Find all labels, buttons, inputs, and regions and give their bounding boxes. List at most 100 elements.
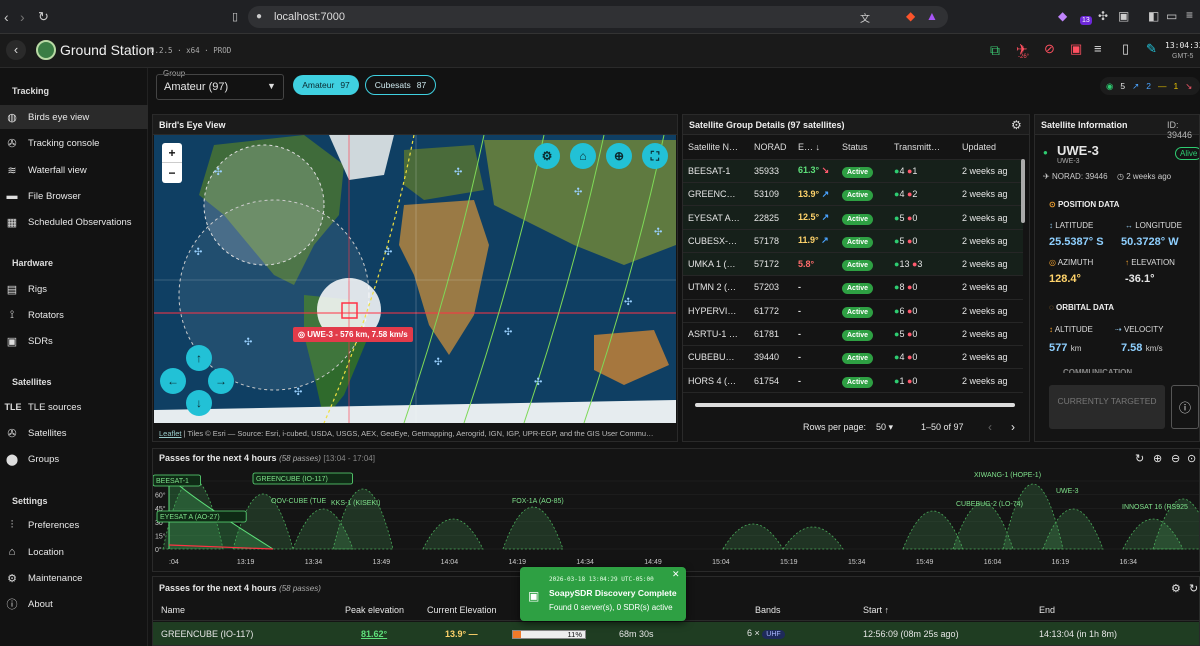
world-map[interactable]: ✣ ✣ ✣ ✣ ✣ ✣ ✣ ✣ ✣ ✣ ✣ ✣ + − ⚙ ⌂ ⊕ ⛶ ↑ ← → ↓ ◎ UW… [154, 135, 676, 423]
col-updated[interactable]: Updated [957, 136, 1023, 160]
pan-left-button[interactable]: ← [160, 368, 186, 394]
reset-zoom-icon[interactable]: ⊙ [1187, 452, 1196, 465]
table-row[interactable]: CUBESX-… 57178 11.9° ↗ Active ●5 ●0 2 weeks a… [683, 229, 1023, 253]
device-icon[interactable]: ▯ [1122, 41, 1129, 57]
col-current-elevation[interactable]: Current Elevation [427, 605, 497, 615]
col-transmitters[interactable]: Transmitt… [889, 136, 957, 160]
table-scrollbar[interactable] [1021, 159, 1025, 223]
wallet-icon[interactable]: ▭ [1166, 9, 1177, 23]
fullscreen-map-button[interactable]: ⛶ [642, 143, 668, 169]
cell-elevation: - [793, 322, 837, 347]
col-start[interactable]: Start ↑ [863, 605, 889, 615]
horizontal-scrollbar[interactable] [695, 403, 1015, 407]
rewards-icon[interactable]: ▲ [926, 9, 938, 23]
col-bands[interactable]: Bands [755, 605, 781, 615]
leaflet-link[interactable]: Leaflet [159, 429, 182, 438]
nav-scheduled-observations[interactable]: ▦ Scheduled Observations [0, 210, 148, 234]
collapse-sidebar-icon[interactable]: ‹ [6, 40, 26, 60]
forward-icon[interactable]: › [20, 9, 25, 25]
status-counts: ◉5 ↗2 —1 ↘1 [1100, 77, 1200, 95]
sidebar-toggle-icon[interactable]: ◧ [1148, 9, 1159, 23]
nav-location[interactable]: ⌂ Location [0, 540, 148, 564]
refresh-icon[interactable]: ↻ [1135, 452, 1144, 465]
group-select[interactable]: Amateur (97) ▼ [156, 74, 284, 100]
cell-status: Active [837, 299, 889, 323]
gear-icon[interactable]: ⚙ [1171, 582, 1181, 595]
bookmark-icon[interactable]: ▯ [232, 10, 238, 23]
nav-groups[interactable]: ⬤ Groups [0, 447, 148, 471]
col-end[interactable]: End [1039, 605, 1055, 615]
nav-rotators[interactable]: ⟟ Rotators [0, 303, 148, 327]
pan-up-button[interactable]: ↑ [186, 345, 212, 371]
table-row[interactable]: GREENCUBE (IO-117) 81.62° 13.9° — 11% 68… [153, 622, 1199, 645]
nav-sdrs[interactable]: ▣ SDRs [0, 329, 148, 353]
nav-maintenance[interactable]: ⚙ Maintenance [0, 566, 148, 590]
zoom-out-button[interactable]: − [162, 163, 182, 183]
translate-icon[interactable]: ⽂ [860, 10, 870, 25]
pan-right-button[interactable]: → [208, 368, 234, 394]
y-tick-label: 60° [155, 492, 166, 500]
chip-amateur[interactable]: Amateur 97 [293, 75, 359, 95]
radio-status-icon[interactable]: ▣ [1070, 41, 1082, 57]
nav-file-browser[interactable]: ▬ File Browser [0, 184, 148, 208]
table-row[interactable]: UMKA 1 (… 57172 5.8° Active ●13 ●3 2 weeks ag [683, 252, 1023, 277]
app-bar: ‹ Ground Station 0.2.5 · x64 · PROD ⧉ ✈ … [0, 34, 1200, 68]
nav-preferences[interactable]: ⫶ Preferences [0, 513, 148, 537]
address-bar[interactable]: ● localhost:7000 [248, 6, 948, 28]
table-row[interactable]: BEESAT-1 35933 61.3° ↘ Active ●4 ●1 2 weeks a… [683, 159, 1023, 184]
nav-about[interactable]: ⓘ About [0, 592, 148, 616]
table-row[interactable]: HYPERVI… 61772- Active ●6 ●0 2 weeks ag [683, 299, 1023, 323]
position-data-title: ⊙ POSITION DATA [1049, 200, 1120, 209]
cell-norad: 61772 [749, 299, 793, 323]
col-name[interactable]: Satellite N… [683, 136, 749, 160]
pan-down-button[interactable]: ↓ [186, 390, 212, 416]
currently-targeted-button[interactable]: CURRENTLY TARGETED [1049, 385, 1165, 429]
table-row[interactable]: GREENC… 53109 13.9° ↗ Active ●4 ●2 2 weeks ag [683, 182, 1023, 207]
table-row[interactable]: HORS 4 (… 61754- Active ●1 ●0 2 weeks ag [683, 368, 1023, 393]
sat-info-button[interactable]: ⓘ [1171, 385, 1199, 429]
menu-icon[interactable]: ≡ [1186, 8, 1193, 22]
pass-peak[interactable]: 81.62° [361, 629, 387, 639]
table-row[interactable]: EYESAT A… 22825 12.5° ↗ Active ●5 ●0 2 weeks … [683, 205, 1023, 230]
extension-icon[interactable]: ◆ [1058, 9, 1067, 23]
nav-waterfall-view[interactable]: ≋ Waterfall view [0, 158, 148, 182]
col-elevation[interactable]: E… ↓ [793, 136, 837, 160]
reload-icon[interactable]: ↻ [38, 9, 49, 25]
sdr-icon: ▣ [6, 335, 18, 348]
site-info-icon[interactable]: ● [256, 11, 262, 22]
rotator-status-icon[interactable]: ⊘ [1044, 41, 1055, 57]
puzzle-icon[interactable]: ✣ [1098, 9, 1108, 23]
brave-shield-icon[interactable]: ◆ [906, 9, 915, 23]
pencil-icon[interactable]: ✎ [1146, 41, 1157, 57]
col-norad[interactable]: NORAD [749, 136, 793, 160]
section-settings: Settings [12, 496, 48, 506]
chip-cubesats[interactable]: Cubesats 87 [365, 75, 436, 95]
col-name[interactable]: Name [161, 605, 185, 615]
nav-tracking-console[interactable]: ✇ Tracking console [0, 131, 148, 155]
col-peak-elevation[interactable]: Peak elevation [345, 605, 404, 615]
center-map-button[interactable]: ⊕ [606, 143, 632, 169]
back-icon[interactable]: ‹ [4, 9, 9, 25]
col-status[interactable]: Status [837, 136, 889, 160]
table-row[interactable]: CUBEBU… 39440- Active ●4 ●0 2 weeks ag [683, 345, 1023, 370]
settings-map-button[interactable]: ⚙ [534, 143, 560, 169]
nav-rigs[interactable]: ▤ Rigs [0, 277, 148, 301]
zoom-out-icon[interactable]: ⊖ [1171, 452, 1180, 465]
home-map-button[interactable]: ⌂ [570, 143, 596, 169]
nav-tle-sources[interactable]: TLE TLE sources [0, 395, 148, 419]
rows-per-page-select[interactable]: 50 ▾ [876, 422, 893, 433]
toast-close-icon[interactable]: ✕ [672, 569, 680, 580]
zoom-in-icon[interactable]: ⊕ [1153, 452, 1162, 465]
zoom-in-button[interactable]: + [162, 143, 182, 163]
nav-birds-eye-view[interactable]: ◍ Birds eye view [0, 105, 148, 129]
refresh-icon[interactable]: ↻ [1189, 582, 1198, 595]
network-icon[interactable]: ⧉ [990, 42, 1000, 59]
table-row[interactable]: ASRTU-1 … 61781- Active ●5 ●0 2 weeks ag [683, 322, 1023, 347]
next-page-icon[interactable]: › [1011, 420, 1015, 434]
nav-satellites[interactable]: ✇ Satellites [0, 421, 148, 445]
prev-page-icon[interactable]: ‹ [988, 420, 992, 434]
queue-icon[interactable]: ≡ [1094, 41, 1102, 56]
gear-icon[interactable]: ⚙ [1011, 118, 1022, 132]
table-row[interactable]: UTMN 2 (… 57203- Active ●8 ●0 2 weeks ag [683, 275, 1023, 300]
reader-icon[interactable]: ▣ [1118, 9, 1129, 23]
